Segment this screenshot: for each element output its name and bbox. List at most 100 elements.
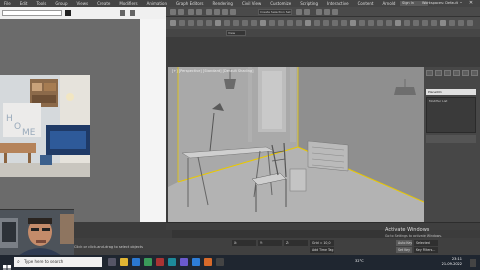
utilities-tab-icon[interactable]	[471, 70, 478, 76]
3dsmax-icon[interactable]	[168, 258, 176, 266]
select-icon[interactable]	[206, 9, 212, 15]
menu-item-views[interactable]: Views	[77, 1, 89, 6]
ribbon-tool-icon[interactable]	[395, 20, 401, 26]
menu-item-tools[interactable]: Tools	[36, 1, 46, 6]
object-name-field[interactable]: Plane001	[426, 89, 476, 95]
ribbon-tool-icon[interactable]	[206, 20, 212, 26]
redo-icon[interactable]	[178, 9, 184, 15]
ribbon-tool-icon[interactable]	[350, 20, 356, 26]
ribbon-tool-icon[interactable]	[170, 20, 176, 26]
set-key-button[interactable]: Set Key	[396, 247, 412, 253]
ribbon-tool-icon[interactable]	[197, 20, 203, 26]
ribbon-tool-icon[interactable]	[422, 20, 428, 26]
menu-item-file[interactable]: File	[4, 1, 11, 6]
render-icon[interactable]	[332, 9, 338, 15]
menu-item-rendering[interactable]: Rendering	[213, 1, 233, 6]
ribbon-tool-icon[interactable]	[233, 20, 239, 26]
align-icon[interactable]	[304, 9, 310, 15]
ribbon-tool-icon[interactable]	[341, 20, 347, 26]
ribbon-tool-icon[interactable]	[278, 20, 284, 26]
viewer-button[interactable]	[130, 10, 135, 16]
motion-tab-icon[interactable]	[453, 70, 460, 76]
recorder-icon[interactable]	[156, 258, 164, 266]
render-setup-icon[interactable]	[324, 9, 330, 15]
close-icon[interactable]: ✕	[466, 0, 476, 7]
ribbon-tool-icon[interactable]	[314, 20, 320, 26]
y-coordinate-field[interactable]: Y:	[258, 240, 282, 246]
modify-tab-icon[interactable]	[435, 70, 442, 76]
viewport-label[interactable]: [+] [Perspective] [Standard] [Default Sh…	[172, 69, 254, 73]
menu-item-interactive[interactable]: Interactive	[327, 1, 349, 6]
menu-item-scripting[interactable]: Scripting	[300, 1, 318, 6]
ribbon-tool-icon[interactable]	[188, 20, 194, 26]
menu-item-modifiers[interactable]: Modifiers	[119, 1, 137, 6]
add-time-tag-button[interactable]: Add Time Tag	[310, 247, 334, 253]
ribbon-tool-icon[interactable]	[179, 20, 185, 26]
menu-item-customize[interactable]: Customize	[270, 1, 291, 6]
move-icon[interactable]	[214, 9, 220, 15]
ribbon-tool-icon[interactable]	[242, 20, 248, 26]
key-selection-combo[interactable]: Selected	[414, 240, 438, 246]
perspective-viewport[interactable]	[168, 67, 424, 222]
ribbon-tool-icon[interactable]	[377, 20, 383, 26]
ribbon-tool-icon[interactable]	[368, 20, 374, 26]
ribbon-tool-icon[interactable]	[386, 20, 392, 26]
ribbon-tool-icon[interactable]	[323, 20, 329, 26]
menu-item-graph-editors[interactable]: Graph Editors	[176, 1, 203, 6]
edge-icon[interactable]	[132, 258, 140, 266]
menu-item-arnold[interactable]: Arnold	[382, 1, 395, 6]
ribbon-tool-icon[interactable]	[224, 20, 230, 26]
link-icon[interactable]	[188, 9, 194, 15]
menu-item-edit[interactable]: Edit	[20, 1, 28, 6]
view-combo[interactable]: View	[226, 30, 246, 36]
hierarchy-tab-icon[interactable]	[444, 70, 451, 76]
display-tab-icon[interactable]	[462, 70, 469, 76]
ribbon-tool-icon[interactable]	[296, 20, 302, 26]
ribbon-tool-icon[interactable]	[458, 20, 464, 26]
menu-item-group[interactable]: Group	[55, 1, 67, 6]
menu-item-content[interactable]: Content	[358, 1, 374, 6]
ribbon-tool-icon[interactable]	[440, 20, 446, 26]
material-editor-icon[interactable]	[316, 9, 322, 15]
mirror-icon[interactable]	[296, 9, 302, 15]
ribbon-tool-icon[interactable]	[215, 20, 221, 26]
modifier-stack-controls[interactable]	[426, 135, 476, 143]
x-coordinate-field[interactable]: X:	[232, 240, 256, 246]
z-coordinate-field[interactable]: Z:	[284, 240, 308, 246]
auto-key-button[interactable]: Auto Key	[396, 240, 412, 246]
undo-icon[interactable]	[170, 9, 176, 15]
chrome-icon[interactable]	[144, 258, 152, 266]
menu-item-create[interactable]: Create	[97, 1, 110, 6]
ribbon-tool-icon[interactable]	[404, 20, 410, 26]
scale-icon[interactable]	[230, 9, 236, 15]
unlink-icon[interactable]	[196, 9, 202, 15]
ribbon-tool-icon[interactable]	[413, 20, 419, 26]
word-icon[interactable]	[192, 258, 200, 266]
ribbon-tool-icon[interactable]	[359, 20, 365, 26]
viewer-button[interactable]	[120, 10, 125, 16]
powerpoint-icon[interactable]	[204, 258, 212, 266]
create-tab-icon[interactable]	[426, 70, 433, 76]
taskbar-search-input[interactable]: Type here to search	[14, 257, 102, 267]
menu-item-animation[interactable]: Animation	[147, 1, 167, 6]
windows-start-icon[interactable]	[3, 258, 11, 270]
file-explorer-icon[interactable]	[120, 258, 128, 266]
ribbon-tool-icon[interactable]	[251, 20, 257, 26]
ribbon-tool-icon[interactable]	[467, 20, 473, 26]
task-view-icon[interactable]	[108, 258, 116, 266]
workspace-selector[interactable]: Workspaces: Default	[422, 0, 458, 7]
selection-set-combo[interactable]: Create Selection Set	[258, 9, 292, 15]
weather-widget[interactable]: 32°C	[355, 259, 364, 263]
time-slider[interactable]	[166, 222, 480, 230]
app-icon[interactable]	[216, 258, 224, 266]
ribbon-tool-icon[interactable]	[260, 20, 266, 26]
ribbon-tool-icon[interactable]	[287, 20, 293, 26]
rotate-icon[interactable]	[222, 9, 228, 15]
ribbon-tool-icon[interactable]	[449, 20, 455, 26]
minimize-icon[interactable]: –	[456, 0, 466, 7]
system-clock[interactable]: 23:11 21-09-2022	[442, 257, 462, 267]
viewer-address[interactable]	[2, 10, 62, 16]
menu-item-civil-view[interactable]: Civil View	[242, 1, 261, 6]
ribbon-tool-icon[interactable]	[269, 20, 275, 26]
notification-icon[interactable]	[470, 259, 476, 267]
